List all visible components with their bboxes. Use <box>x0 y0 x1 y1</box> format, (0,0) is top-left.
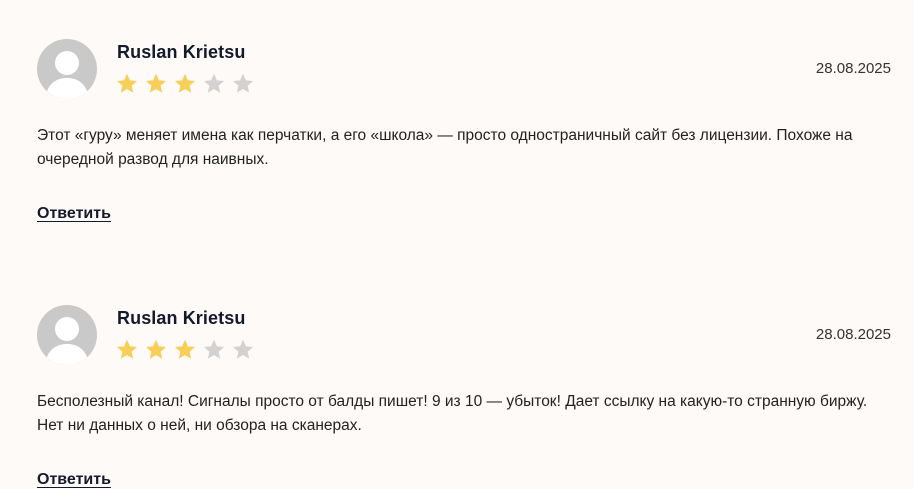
star-rating <box>115 338 255 362</box>
review-text: Этот «гуру» меняет имена как перчатки, а… <box>37 127 853 168</box>
reply-link[interactable]: Ответить <box>37 205 111 223</box>
review-date: 28.08.2025 <box>815 326 891 343</box>
star-filled-icon <box>175 73 195 93</box>
star-filled-icon <box>117 339 137 359</box>
avatar-icon <box>37 39 97 99</box>
star-empty-icon <box>204 73 224 93</box>
review-author: Ruslan Krietsu <box>117 42 246 62</box>
avatar-icon <box>37 305 97 365</box>
review-date: 28.08.2025 <box>815 60 891 77</box>
star-rating <box>115 72 255 96</box>
star-filled-icon <box>117 73 137 93</box>
review-author: Ruslan Krietsu <box>117 308 246 328</box>
star-filled-icon <box>175 339 195 359</box>
star-empty-icon <box>233 73 253 93</box>
star-filled-icon <box>146 339 166 359</box>
reply-link[interactable]: Ответить <box>37 471 111 489</box>
star-empty-icon <box>204 339 224 359</box>
review-text: Бесполезный канал! Сигналы просто от бал… <box>37 393 868 434</box>
star-empty-icon <box>233 339 253 359</box>
star-filled-icon <box>146 73 166 93</box>
